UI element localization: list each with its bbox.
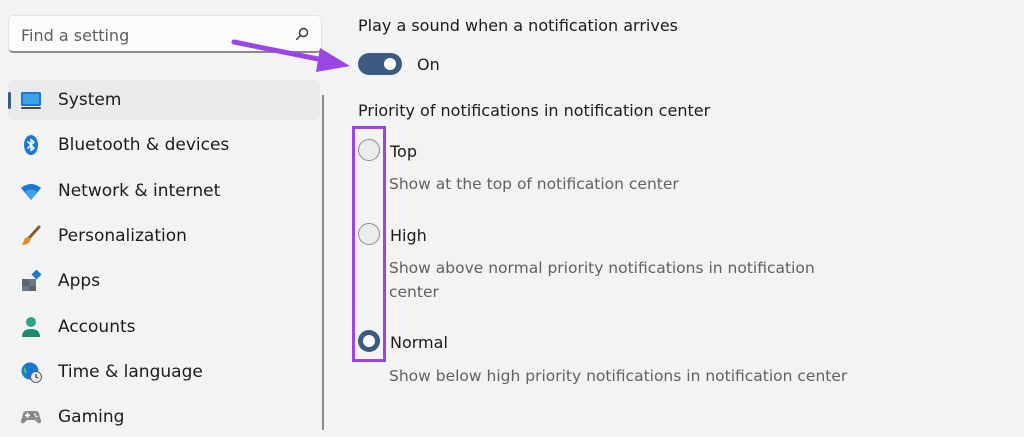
wifi-icon	[21, 184, 41, 200]
sidebar-item-gaming[interactable]: Gaming	[8, 397, 320, 437]
sidebar-item-label: Accounts	[58, 317, 136, 337]
sidebar-item-label: Personalization	[58, 226, 187, 246]
toggle-knob	[384, 58, 396, 70]
active-indicator	[8, 92, 11, 109]
sidebar-item-time-language[interactable]: Time & language	[8, 352, 320, 392]
sidebar-scrollbar[interactable]	[322, 95, 324, 430]
sidebar-item-personalization[interactable]: Personalization	[8, 216, 320, 256]
sidebar-item-system[interactable]: System	[8, 80, 320, 120]
highlight-box	[352, 126, 386, 362]
sidebar-item-label: Bluetooth & devices	[58, 135, 230, 155]
toggle-state-label: On	[417, 55, 440, 74]
sidebar-item-bluetooth[interactable]: Bluetooth & devices	[8, 125, 320, 165]
gamepad-icon	[21, 411, 41, 424]
brush-icon	[22, 225, 41, 245]
system-icon	[21, 92, 41, 109]
radio-label-top[interactable]: Top	[390, 142, 417, 161]
radio-description-high: Show above normal priority notifications…	[389, 259, 815, 277]
priority-heading: Priority of notifications in notificatio…	[358, 101, 711, 120]
radio-description-top: Show at the top of notification center	[389, 175, 679, 193]
radio-label-high[interactable]: High	[390, 226, 427, 245]
annotation-arrow-icon	[231, 39, 350, 72]
apps-icon	[22, 270, 42, 291]
sidebar-item-label: System	[58, 90, 122, 110]
sidebar-item-label: Gaming	[58, 407, 125, 427]
radio-description-normal: Show below high priority notifications i…	[389, 367, 848, 385]
radio-label-normal[interactable]: Normal	[390, 333, 448, 352]
sound-toggle[interactable]	[358, 53, 402, 75]
radio-description-high-cont: center	[389, 283, 439, 301]
sidebar-item-apps[interactable]: Apps	[8, 261, 320, 301]
sound-setting-label: Play a sound when a notification arrives	[358, 16, 679, 35]
person-icon	[22, 317, 40, 337]
globe-clock-icon	[21, 362, 42, 383]
sidebar-item-label: Network & internet	[58, 181, 221, 201]
sidebar-item-network[interactable]: Network & internet	[8, 171, 320, 211]
sidebar-item-accounts[interactable]: Accounts	[8, 307, 320, 347]
sidebar-item-label: Time & language	[58, 362, 203, 382]
bluetooth-icon	[24, 135, 38, 155]
sidebar-item-label: Apps	[58, 271, 101, 291]
